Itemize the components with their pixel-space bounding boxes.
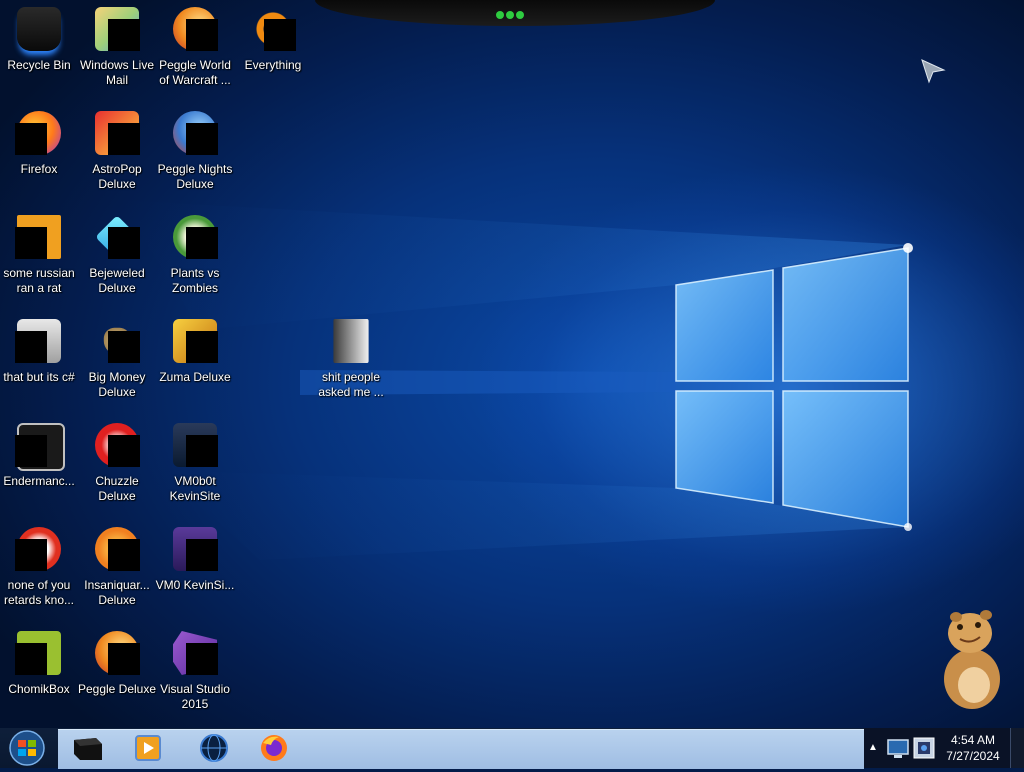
icon-label: VM0 KevinSi... [155,578,235,592]
clock-time: 4:54 AM [950,733,996,747]
icon-label: Bejeweled Deluxe [89,266,145,295]
peggle-icon [171,109,219,157]
app-icon [15,213,63,261]
icon-label: AstroPop Deluxe [92,162,142,191]
start-button[interactable] [6,729,48,767]
game-icon [93,421,141,469]
desktop-icon-peggle-nights-deluxe[interactable]: Peggle Nights Deluxe [156,109,234,192]
game-icon [171,317,219,365]
icon-label: Endermanc... [3,474,75,488]
peggle-icon [93,629,141,677]
icon-label: Peggle World of Warcraft ... [159,58,231,87]
desktop-icon-vm0b0t-kevinsite[interactable]: VM0b0t KevinSite [156,421,234,504]
icon-label: some russian ran a rat [3,266,75,295]
desktop-icon-visual-studio-2015[interactable]: Visual Studio 2015 [156,629,234,712]
terminal-icon [74,738,102,760]
icon-label: VM0b0t KevinSite [169,474,221,503]
icon-label: Recycle Bin [7,58,71,72]
hamster-mascot[interactable] [930,605,1010,713]
monitor-icon [887,739,909,758]
firefox-icon [261,735,287,761]
folder-icon [327,317,375,365]
app-icon [15,421,65,471]
icon-label: Visual Studio 2015 [160,682,230,711]
taskbar-clock[interactable]: 4:54 AM 7/27/2024 [940,732,1006,764]
desktop-icon-plants-vs-zombies[interactable]: Plants vs Zombies [156,213,234,296]
desktop-icon-chuzzle-deluxe[interactable]: Chuzzle Deluxe [78,421,156,504]
icon-label: that but its c# [3,370,75,384]
desktop-icon-shit-people-asked-me[interactable]: shit people asked me ... [312,317,390,400]
globe-icon [200,734,228,762]
desktop-icon-some-russian-ran-a-rat[interactable]: some russian ran a rat [0,213,78,296]
recycle-bin-icon [15,5,63,53]
desktop-icon-vm0-kevinsite[interactable]: VM0 KevinSi... [156,525,234,593]
mail-icon [93,5,141,53]
peggle-icon [171,5,219,53]
desktop-icon-peggle-deluxe[interactable]: Peggle Deluxe [78,629,156,697]
cursor-icon [921,59,946,84]
icon-label: Big Money Deluxe [88,370,146,399]
plant-icon [171,213,219,261]
desktop-icon-none-of-you[interactable]: none of you retards kno... [0,525,78,608]
desktop-icon-chomikbox[interactable]: ChomikBox [0,629,78,697]
icon-label: Peggle Deluxe [77,682,157,696]
app-icon [15,525,63,573]
fish-icon [93,525,141,573]
desktop-icon-that-but-its-csharp[interactable]: that but its c# [0,317,78,385]
taskbar-pinned-media-player[interactable] [126,730,170,766]
desktop-icon-firefox[interactable]: Firefox [0,109,78,177]
gem-icon [93,213,141,261]
game-icon [93,109,141,157]
desktop-icon-windows-live-mail[interactable]: Windows Live Mail [78,5,156,88]
icon-label: Zuma Deluxe [159,370,231,384]
icon-label: Windows Live Mail [79,58,155,87]
tray-icon-network[interactable] [886,734,910,762]
icon-label: Everything [244,58,302,72]
hamster-icon [15,629,63,677]
show-desktop-button[interactable] [1010,728,1024,768]
vm-icon [171,421,219,469]
status-dots [496,6,532,19]
icon-label: Chuzzle Deluxe [95,474,139,503]
desktop-icon-big-money-deluxe[interactable]: Big Money Deluxe [78,317,156,400]
icon-label: none of you retards kno... [3,578,75,607]
search-icon [249,5,297,53]
icon-label: ChomikBox [8,682,70,696]
icon-label: Peggle Nights Deluxe [157,162,233,191]
desktop-icon-insaniquarium-deluxe[interactable]: Insaniquar... Deluxe [78,525,156,608]
taskbar-pinned-globe[interactable] [192,730,236,766]
app-tray-icon [913,737,935,759]
desktop[interactable]: Recycle Bin Windows Live Mail Peggle Wor… [0,0,1024,728]
tray-icon-app[interactable] [912,734,936,762]
windows-orb-icon [9,730,45,766]
vm-icon [171,525,219,573]
firefox-icon [15,109,63,157]
desktop-icon-peggle-world-of-warcraft[interactable]: Peggle World of Warcraft ... [156,5,234,88]
desktop-icon-bejeweled-deluxe[interactable]: Bejeweled Deluxe [78,213,156,296]
icon-label: Firefox [20,162,58,176]
money-bag-icon [93,317,141,365]
clock-date: 7/27/2024 [946,749,1000,763]
desktop-icon-zuma-deluxe[interactable]: Zuma Deluxe [156,317,234,385]
icon-label: Insaniquar... Deluxe [84,578,150,607]
taskbar-button-area [58,729,864,769]
app-icon [15,317,63,365]
icon-label: Plants vs Zombies [170,266,220,295]
desktop-icon-recycle-bin[interactable]: Recycle Bin [0,5,78,73]
visual-studio-icon [171,629,219,677]
icon-label: shit people asked me ... [318,370,384,399]
desktop-icon-endermanc[interactable]: Endermanc... [0,421,78,489]
media-player-icon [135,735,161,761]
desktop-icon-everything[interactable]: Everything [234,5,312,73]
show-hidden-icons-arrow[interactable]: ▲ [868,742,878,753]
taskbar-pinned-terminal[interactable] [66,730,110,766]
desktop-icon-astropop-deluxe[interactable]: AstroPop Deluxe [78,109,156,192]
taskbar-pinned-firefox[interactable] [252,730,296,766]
